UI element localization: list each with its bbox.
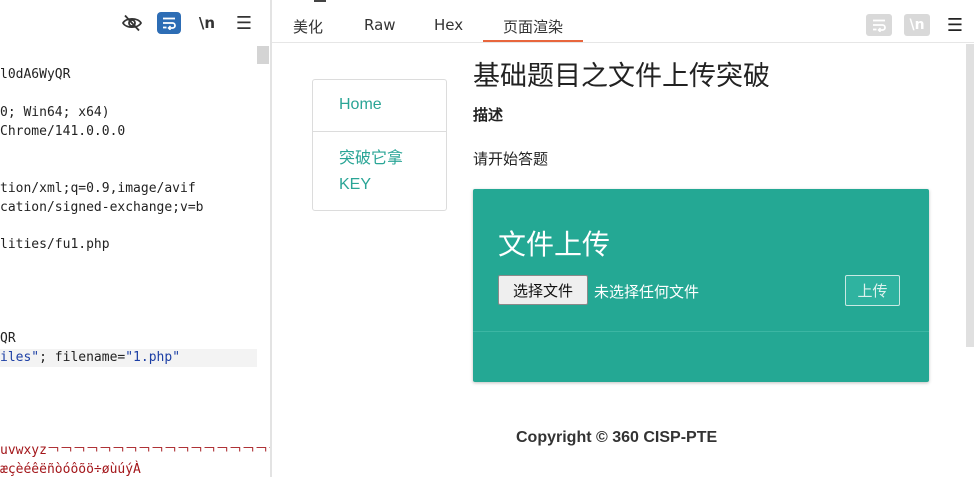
panel-divider <box>473 331 929 332</box>
code-line-highlighted[interactable]: iles"; filename="1.php" <box>0 349 257 367</box>
description-text: 请开始答题 <box>473 150 549 168</box>
wrap-icon <box>873 19 886 32</box>
code-line: l0dA6WyQR <box>0 67 71 82</box>
tab-hex[interactable]: Hex <box>434 16 463 42</box>
code-line: lities/fu1.php <box>0 237 110 252</box>
code-line: uvwxyz￢￢￢￢￢￢￢￢￢￢￢￢￢￢￢￢￢￢¢£ <box>0 443 271 458</box>
eye-slash-icon <box>121 14 143 32</box>
code-line: QR <box>0 331 16 346</box>
code-line: cation/signed-exchange;v=b <box>0 200 204 215</box>
hide-toggle-button[interactable] <box>120 12 144 34</box>
wrap-icon <box>163 17 176 30</box>
response-word-wrap-button[interactable] <box>866 14 892 36</box>
code-line: tion/xml;q=0.9,image/avif <box>0 181 196 196</box>
request-editor-pane: \n ☰ l0dA6WyQR 0; Win64; x64) Chrome/141… <box>0 0 271 477</box>
code-line: Chrome/141.0.0.0 <box>0 124 126 139</box>
word-wrap-button[interactable] <box>157 12 181 34</box>
cut-off-header-text <box>314 0 326 2</box>
rendered-page: Home 突破它拿KEY 基础题目之文件上传突破 描述 请开始答题 文件上传 选… <box>272 44 974 477</box>
nav-divider <box>313 131 446 132</box>
code-string: "1.php" <box>125 350 181 365</box>
render-scrollbar[interactable] <box>966 44 974 347</box>
upload-panel: 文件上传 选择文件 未选择任何文件 上传 <box>473 189 929 382</box>
copyright-footer: Copyright © 360 CISP-PTE <box>516 429 718 446</box>
code-line: 0; Win64; x64) <box>0 105 110 120</box>
nav-link-get-key[interactable]: 突破它拿KEY <box>339 146 429 198</box>
menu-icon[interactable]: ☰ <box>233 12 255 34</box>
show-newlines-button[interactable]: \n <box>195 12 219 34</box>
response-show-newlines-button[interactable]: \n <box>904 14 930 36</box>
description-heading: 描述 <box>473 106 504 124</box>
nav-link-home[interactable]: Home <box>339 96 382 114</box>
editor-scrollbar[interactable] <box>257 46 269 64</box>
no-file-selected-text: 未选择任何文件 <box>594 283 700 301</box>
code-text: ; filename= <box>39 350 126 365</box>
response-tab-bar: 美化 Raw Hex 页面渲染 \n ☰ <box>272 0 974 43</box>
upload-panel-title: 文件上传 <box>498 228 611 261</box>
tab-render[interactable]: 页面渲染 <box>483 16 583 42</box>
tab-raw[interactable]: Raw <box>364 16 396 42</box>
menu-icon[interactable]: ☰ <box>944 14 966 36</box>
request-toolbar: \n ☰ <box>0 0 271 44</box>
code-string: iles" <box>0 350 40 365</box>
code-line: æçèéêëñòóôõö÷øùúýÀ <box>0 462 141 477</box>
page-title: 基础题目之文件上传突破 <box>473 61 770 92</box>
tab-beautify[interactable]: 美化 <box>293 16 323 42</box>
upload-button[interactable]: 上传 <box>845 275 900 306</box>
choose-file-button[interactable]: 选择文件 <box>498 275 588 305</box>
side-nav: Home 突破它拿KEY <box>312 79 447 211</box>
